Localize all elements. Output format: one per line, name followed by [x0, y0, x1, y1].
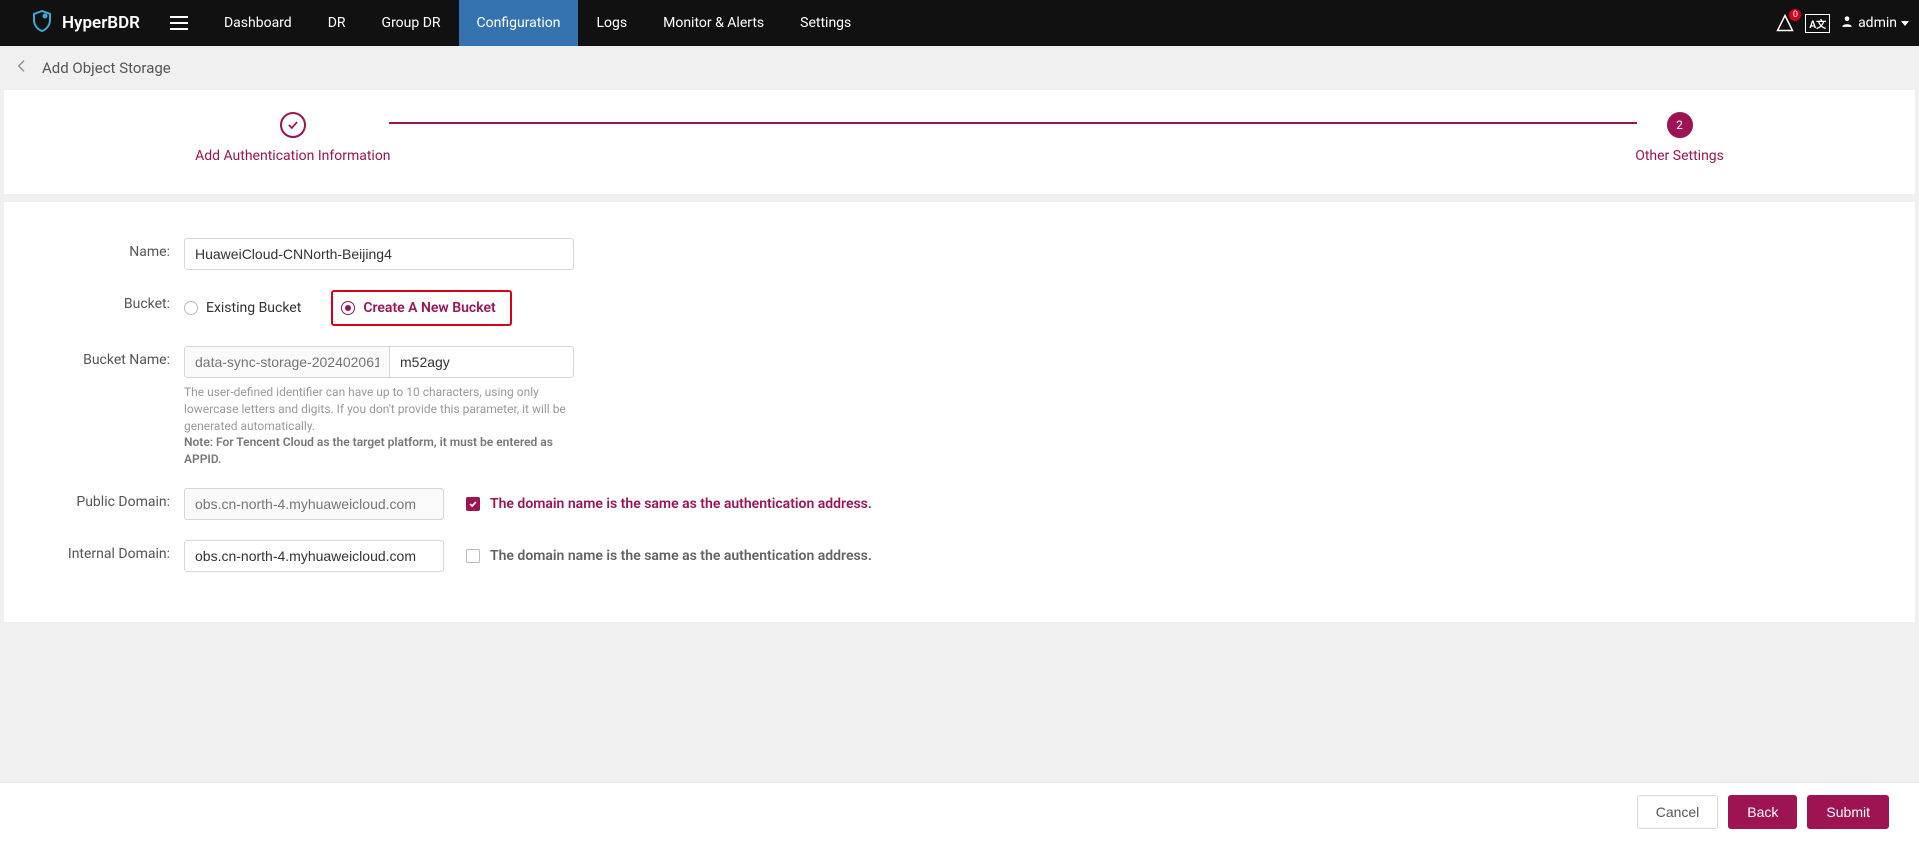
brand-logo: HyperBDR	[30, 9, 140, 38]
nav-configuration[interactable]: Configuration	[459, 0, 579, 46]
bucket-label: Bucket:	[4, 290, 184, 312]
chevron-down-icon	[1901, 21, 1909, 26]
public-domain-label: Public Domain:	[4, 488, 184, 510]
bucket-name-prefix	[184, 346, 389, 378]
step-1-indicator	[280, 112, 306, 138]
brand-name: HyperBDR	[62, 13, 140, 33]
nav-group-dr[interactable]: Group DR	[364, 0, 459, 46]
back-button[interactable]: Back	[1728, 795, 1797, 829]
submit-button[interactable]: Submit	[1807, 795, 1889, 829]
bucket-name-label: Bucket Name:	[4, 346, 184, 368]
user-name: admin	[1858, 15, 1897, 31]
public-domain-same-label: The domain name is the same as the authe…	[490, 496, 872, 512]
shield-icon	[30, 9, 54, 38]
internal-domain-input[interactable]	[184, 540, 444, 572]
radio-new-bucket-label: Create A New Bucket	[363, 300, 495, 316]
radio-new-bucket[interactable]: Create A New Bucket	[341, 300, 495, 316]
menu-toggle-icon[interactable]	[170, 16, 188, 30]
bucket-name-suffix-input[interactable]	[389, 346, 574, 378]
public-domain-input	[184, 488, 444, 520]
internal-domain-same-checkbox[interactable]: The domain name is the same as the authe…	[466, 548, 872, 564]
public-domain-same-checkbox[interactable]: The domain name is the same as the authe…	[466, 496, 872, 512]
internal-domain-same-label: The domain name is the same as the authe…	[490, 548, 872, 564]
nav-monitor-alerts[interactable]: Monitor & Alerts	[645, 0, 782, 46]
user-icon	[1840, 14, 1854, 32]
bucket-name-help: The user-defined identifier can have up …	[184, 385, 566, 433]
radio-existing-bucket-label: Existing Bucket	[206, 300, 301, 316]
back-arrow-icon[interactable]	[14, 58, 30, 78]
step-1-label: Add Authentication Information	[195, 148, 390, 164]
language-toggle[interactable]: A文	[1805, 14, 1830, 33]
nav-settings[interactable]: Settings	[782, 0, 869, 46]
step-2-label: Other Settings	[1635, 148, 1724, 164]
nav-dr[interactable]: DR	[310, 0, 364, 46]
nav-dashboard[interactable]: Dashboard	[206, 0, 310, 46]
notifications-icon[interactable]: 0	[1775, 13, 1795, 33]
user-menu[interactable]: admin	[1840, 14, 1909, 32]
name-label: Name:	[4, 238, 184, 260]
radio-new-bucket-highlight: Create A New Bucket	[331, 290, 511, 326]
main-nav: Dashboard DR Group DR Configuration Logs…	[206, 0, 869, 46]
bucket-name-help-note: Note: For Tencent Cloud as the target pl…	[184, 435, 553, 466]
name-input[interactable]	[184, 238, 574, 270]
notification-count: 0	[1789, 9, 1801, 21]
page-title: Add Object Storage	[42, 59, 171, 77]
step-2-indicator: 2	[1667, 112, 1693, 138]
internal-domain-label: Internal Domain:	[4, 540, 184, 562]
nav-logs[interactable]: Logs	[578, 0, 645, 46]
step-connector	[389, 122, 1638, 124]
radio-existing-bucket[interactable]: Existing Bucket	[184, 300, 301, 316]
cancel-button[interactable]: Cancel	[1637, 795, 1719, 829]
